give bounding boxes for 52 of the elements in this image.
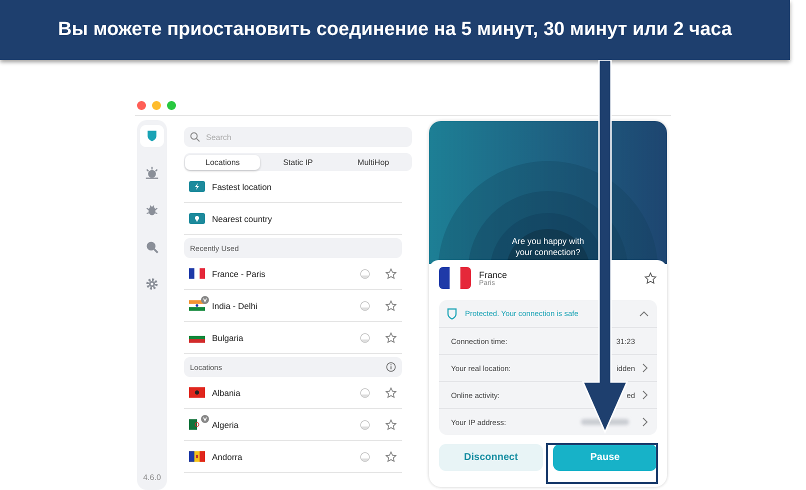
location-item[interactable]: India - Delhi [184,290,402,322]
flag-icon [189,387,205,398]
lightning-icon [189,181,205,192]
star-icon[interactable] [385,386,397,398]
search-field[interactable]: Search [206,128,412,146]
star-icon[interactable] [644,272,657,284]
location-item[interactable]: France - Paris [184,258,402,290]
load-icon [360,452,370,462]
load-icon [360,300,370,310]
shield-icon [447,308,457,320]
country-name: France [479,270,508,280]
bug-icon [145,203,159,217]
sidebar-button[interactable] [140,125,164,147]
load-icon [360,332,370,342]
close-button[interactable] [137,100,146,110]
star-icon[interactable] [385,300,397,312]
info-icon[interactable] [386,362,396,372]
flag-icon [189,268,205,279]
chevron-up-icon[interactable] [639,310,649,317]
chevron-right-icon[interactable] [641,417,649,427]
star-icon[interactable] [385,450,397,462]
chevron-right-icon[interactable] [641,390,649,400]
load-icon [360,388,370,398]
location-item[interactable]: Bulgaria [184,322,402,354]
location-item[interactable]: Albania [184,377,402,409]
shield-icon [145,129,159,143]
version-label: 4.6.0 [143,473,161,482]
pin-icon [189,213,205,224]
load-icon [360,420,370,430]
star-icon[interactable] [385,268,397,280]
zoom-button[interactable] [167,100,176,110]
star-icon[interactable] [385,332,397,344]
flag-icon [439,267,471,289]
caption-banner: Вы можете приостановить соединение на 5 минут, 30 минут или 2 часа [0,0,790,60]
load-icon [360,268,370,278]
settings-icon [145,277,159,291]
location-item[interactable]: Fastest location [184,171,402,203]
location-item[interactable]: Andorra [184,441,402,473]
search-icon [190,132,200,142]
location-item[interactable]: Algeria [184,409,402,441]
tab[interactable]: Static IP [260,154,336,170]
alarm-icon [145,166,159,180]
search-box[interactable]: Search [184,127,412,147]
flag-icon [189,451,205,462]
chevron-right-icon[interactable] [641,363,649,373]
magnifier-icon [145,240,159,254]
flag-icon [189,300,205,311]
tab[interactable]: Locations [185,154,260,170]
star-icon[interactable] [385,418,397,430]
tab[interactable]: MultiHop [336,154,411,170]
feedback-question: Are you happy with your connection? [510,236,586,258]
location-item[interactable]: Nearest country [184,203,402,235]
